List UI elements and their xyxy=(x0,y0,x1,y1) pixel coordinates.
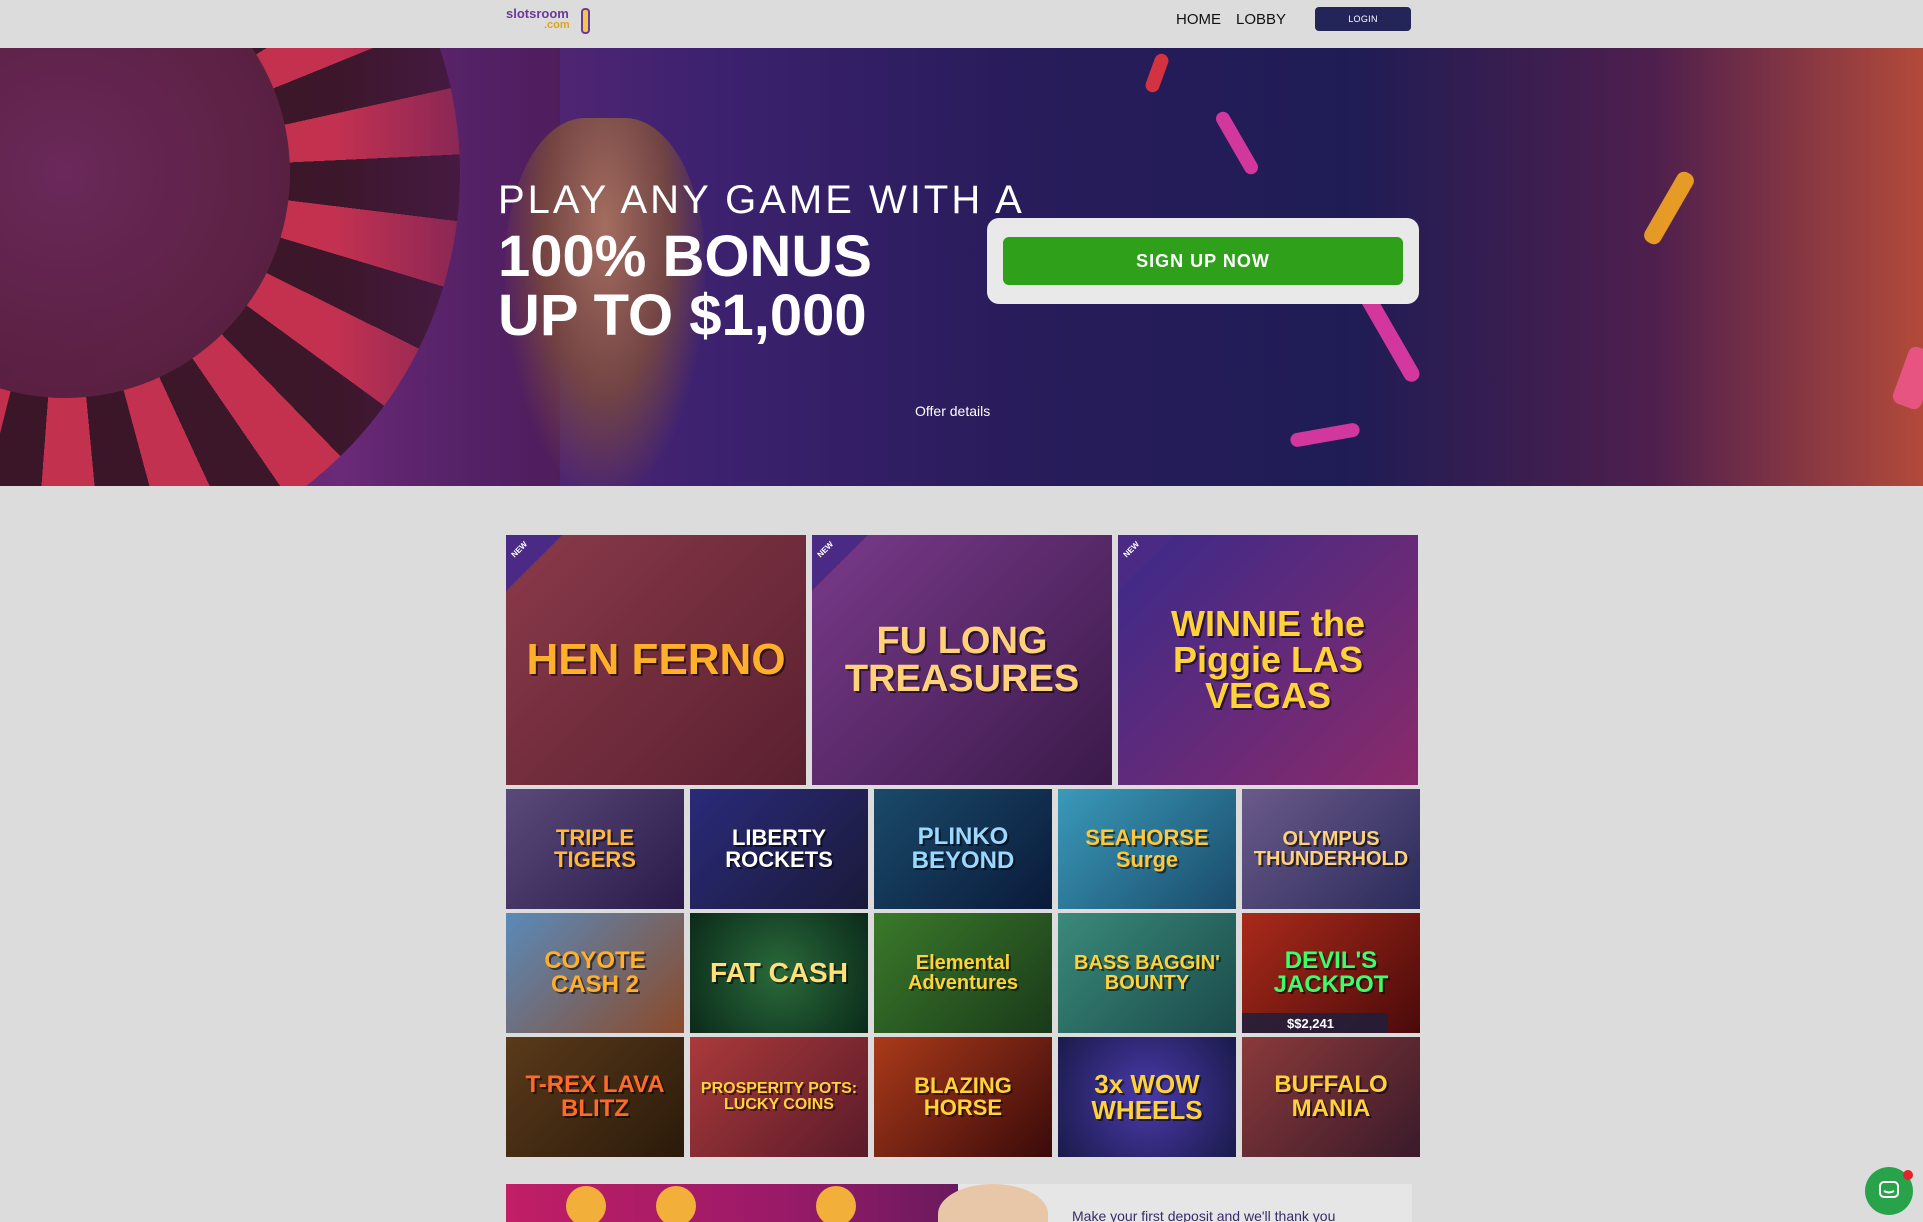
logo-domain: .com xyxy=(544,19,570,31)
coin-icon xyxy=(656,1186,696,1222)
confetti-streak xyxy=(1143,51,1171,95)
game-tile-buffalo-mania[interactable]: BUFFALO MANIA xyxy=(1242,1037,1420,1157)
login-button[interactable]: LOGIN xyxy=(1315,7,1411,31)
game-tile-devils-jackpot[interactable]: DEVIL'S JACKPOT $$2,241 xyxy=(1242,913,1420,1033)
notification-dot xyxy=(1903,1170,1913,1180)
game-tile-bass-baggin-bounty[interactable]: BASS BAGGIN' BOUNTY xyxy=(1058,913,1236,1033)
confetti-streak xyxy=(1213,109,1261,177)
hero-banner: PLAY ANY GAME WITH A 100% BONUS UP TO $1… xyxy=(0,48,1923,486)
game-tile-prosperity-pots[interactable]: PROSPERITY POTS: LUCKY COINS xyxy=(690,1037,868,1157)
coin-icon xyxy=(816,1186,856,1222)
game-tile-olympus-thunderhold[interactable]: OLYMPUS THUNDERHOLD xyxy=(1242,789,1420,909)
nav-lobby-link[interactable]: LOBBY xyxy=(1236,11,1286,28)
slotsroom-logo[interactable]: slotsroom .com xyxy=(506,6,592,36)
first-deposit-promo: Make your first deposit and we'll thank … xyxy=(506,1184,1412,1222)
game-tile-blazing-horse[interactable]: BLAZING HORSE xyxy=(874,1037,1052,1157)
game-tile-fu-long-treasures[interactable]: FU LONG TREASURES NEW xyxy=(812,535,1112,785)
confetti-streak xyxy=(1890,344,1923,412)
confetti-streak xyxy=(1641,168,1697,248)
jackpot-amount: $$2,241 xyxy=(1242,1013,1388,1033)
new-badge: NEW xyxy=(1118,535,1174,591)
promo-text: Make your first deposit and we'll thank … xyxy=(1072,1208,1336,1222)
game-tile-winnie-the-piggie[interactable]: WINNIE the Piggie LAS VEGAS NEW xyxy=(1118,535,1418,785)
sign-up-now-button[interactable]: SIGN UP NOW xyxy=(1003,237,1403,285)
game-tile-liberty-rockets[interactable]: LIBERTY ROCKETS xyxy=(690,789,868,909)
coin-icon xyxy=(566,1186,606,1222)
game-tile-t-rex-lava-blitz[interactable]: T-REX LAVA BLITZ xyxy=(506,1037,684,1157)
game-tile-elemental-adventures[interactable]: Elemental Adventures xyxy=(874,913,1052,1033)
new-badge: NEW xyxy=(506,535,562,591)
new-badge: NEW xyxy=(812,535,868,591)
game-tile-triple-tigers[interactable]: TRIPLE TIGERS xyxy=(506,789,684,909)
offer-details-link[interactable]: Offer details xyxy=(915,403,990,419)
hero-bonus-amount: UP TO $1,000 xyxy=(498,283,867,348)
game-tile-coyote-cash-2[interactable]: COYOTE CASH 2 xyxy=(506,913,684,1033)
game-tile-hen-ferno[interactable]: HEN FERNO NEW xyxy=(506,535,806,785)
confetti-streak xyxy=(1289,422,1361,448)
hero-bonus-heading: 100% BONUS xyxy=(498,224,872,289)
game-tile-fat-cash[interactable]: FAT CASH xyxy=(690,913,868,1033)
signup-panel: SIGN UP NOW xyxy=(987,218,1419,304)
nav-home-link[interactable]: HOME xyxy=(1176,11,1221,28)
chat-icon xyxy=(1879,1181,1899,1198)
promo-banner-image xyxy=(506,1184,958,1222)
logo-mark-icon xyxy=(581,8,590,34)
game-tile-plinko-beyond[interactable]: PLINKO BEYOND xyxy=(874,789,1052,909)
game-tile-wow-wheels[interactable]: 3x WOW WHEELS xyxy=(1058,1037,1236,1157)
game-tile-seahorse-surge[interactable]: SEAHORSE Surge xyxy=(1058,789,1236,909)
top-navigation-bar: slotsroom .com HOME LOBBY LOGIN xyxy=(0,0,1923,48)
hero-subheading: PLAY ANY GAME WITH A xyxy=(498,178,1025,222)
